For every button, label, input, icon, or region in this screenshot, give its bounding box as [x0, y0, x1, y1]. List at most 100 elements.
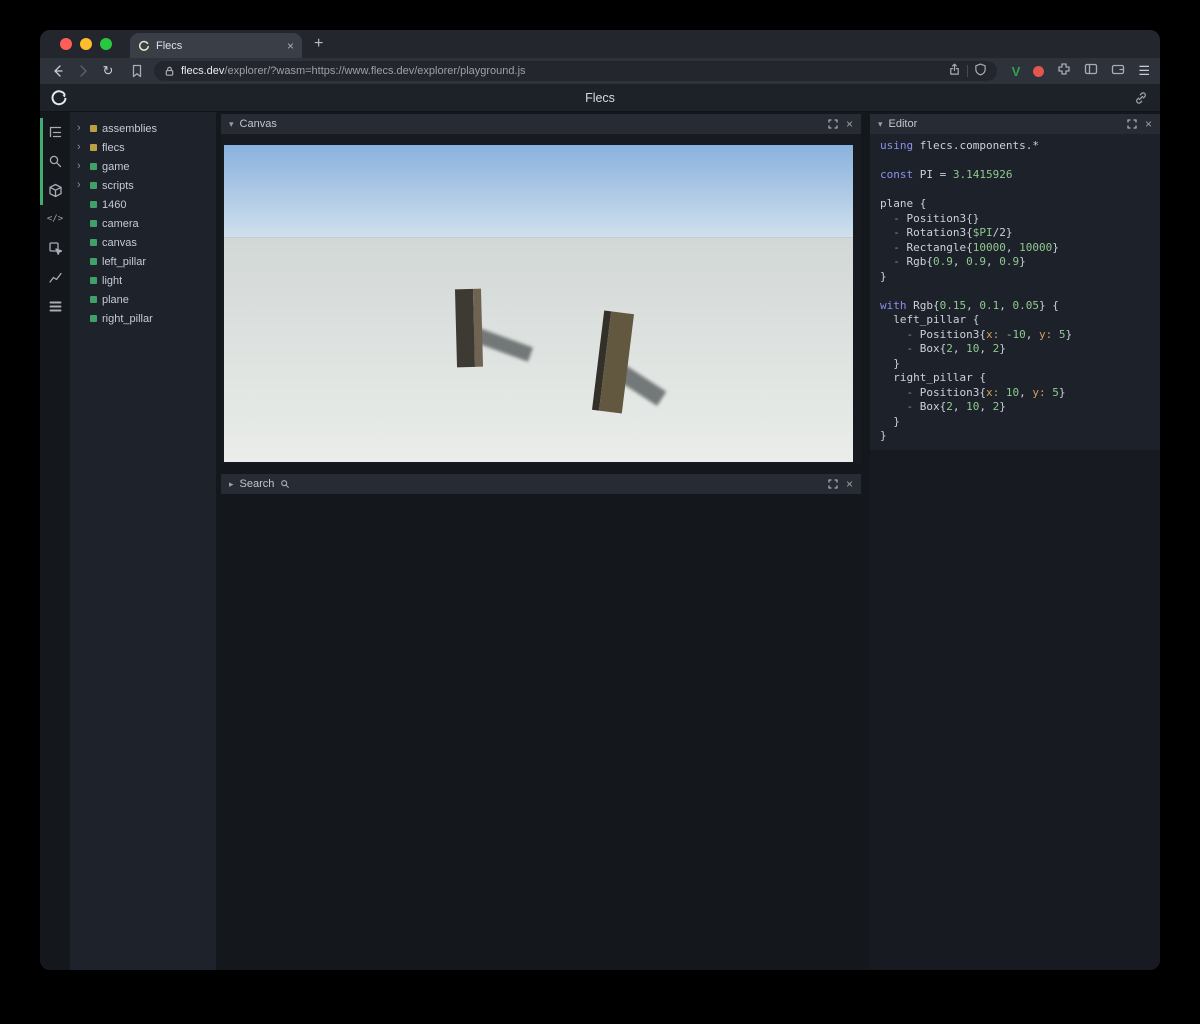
- rail-search-button[interactable]: [40, 147, 70, 176]
- close-panel-icon[interactable]: ×: [846, 478, 853, 490]
- scene-ground: [224, 237, 853, 462]
- expand-arrow-icon[interactable]: ›: [77, 123, 85, 134]
- close-tab-icon[interactable]: ×: [287, 39, 294, 53]
- tree-item-camera[interactable]: camera: [70, 214, 216, 233]
- forward-icon[interactable]: [75, 63, 91, 79]
- flecs-app: Flecs </> › assemblies › flecs › game › …: [40, 84, 1160, 970]
- search-panel-header[interactable]: ▸ Search ×: [221, 474, 861, 494]
- canvas-panel: ▾ Canvas ×: [221, 114, 861, 463]
- tree-item-assemblies[interactable]: › assemblies: [70, 119, 216, 138]
- zoom-window-button[interactable]: [100, 38, 112, 50]
- tree-item-plane[interactable]: plane: [70, 290, 216, 309]
- menu-icon[interactable]: ☰: [1138, 63, 1150, 79]
- editor-panel-header[interactable]: ▾ Editor ×: [870, 114, 1160, 134]
- rail-editor-button[interactable]: </>: [40, 209, 70, 229]
- address-bar-divider: [966, 65, 968, 77]
- close-panel-icon[interactable]: ×: [846, 118, 853, 130]
- code-line: }: [880, 269, 887, 283]
- code-line: - Position3{x: -10, y: 5}: [906, 327, 1073, 341]
- entity-label: right_pillar: [102, 312, 153, 325]
- code-line: const PI = 3.1415926: [880, 168, 1013, 181]
- tree-item-scripts[interactable]: › scripts: [70, 176, 216, 195]
- tree-item-game[interactable]: › game: [70, 157, 216, 176]
- permalink-icon[interactable]: [1134, 91, 1148, 105]
- code-icon: </>: [46, 214, 64, 224]
- code-line: - Rgb{0.9, 0.9, 0.9}: [893, 255, 1026, 268]
- entity-color-square: [90, 163, 97, 170]
- entity-label: plane: [102, 293, 129, 306]
- search-panel-title: Search: [239, 478, 275, 490]
- expand-arrow-icon[interactable]: ›: [77, 142, 85, 153]
- expand-chevron-icon[interactable]: ▸: [229, 479, 234, 490]
- rail-inspector-button[interactable]: [40, 238, 70, 258]
- editor-panel: ▾ Editor × using flecs.components.* cons…: [870, 114, 1160, 970]
- tree-item-left_pillar[interactable]: left_pillar: [70, 252, 216, 271]
- rail-queries-button[interactable]: [40, 296, 70, 316]
- expand-arrow-icon[interactable]: ›: [77, 161, 85, 172]
- entity-label: scripts: [102, 179, 134, 192]
- entity-color-square: [90, 315, 97, 322]
- 3d-scene[interactable]: [224, 145, 853, 462]
- tree-item-light[interactable]: light: [70, 271, 216, 290]
- tree-item-1460[interactable]: 1460: [70, 195, 216, 214]
- fullscreen-icon[interactable]: [828, 479, 838, 489]
- rail-canvas-button[interactable]: [40, 176, 70, 205]
- scene-sky: [224, 145, 853, 237]
- collapse-chevron-icon[interactable]: ▾: [229, 119, 234, 130]
- extensions-puzzle-icon[interactable]: [1057, 62, 1071, 81]
- tree-item-right_pillar[interactable]: right_pillar: [70, 309, 216, 328]
- collapse-chevron-icon[interactable]: ▾: [878, 119, 883, 130]
- address-bar[interactable]: flecs.dev/explorer/?wasm=https://www.fle…: [154, 61, 997, 81]
- back-icon[interactable]: [50, 63, 66, 79]
- fullscreen-icon[interactable]: [1127, 119, 1137, 129]
- sidebar-toggle-icon[interactable]: [1084, 62, 1098, 81]
- red-extension-icon[interactable]: [1033, 65, 1045, 77]
- code-line: }: [880, 414, 900, 428]
- new-tab-button[interactable]: +: [314, 36, 323, 52]
- close-window-button[interactable]: [60, 38, 72, 50]
- bookmark-icon[interactable]: [129, 63, 145, 79]
- code-line: - Box{2, 10, 2}: [906, 342, 1006, 355]
- tree-item-canvas[interactable]: canvas: [70, 233, 216, 252]
- url-domain: flecs.dev: [181, 65, 225, 77]
- reload-icon[interactable]: ↻: [100, 63, 116, 79]
- entity-color-square: [90, 296, 97, 303]
- code-line: }: [880, 356, 900, 370]
- code-area[interactable]: using flecs.components.* const PI = 3.14…: [870, 134, 1160, 450]
- entity-label: light: [102, 274, 123, 287]
- code-line: - Rotation3{$PI/2}: [893, 226, 1013, 239]
- entity-label: canvas: [102, 236, 137, 249]
- entity-color-square: [90, 182, 97, 189]
- entity-label: flecs: [102, 141, 125, 154]
- entity-label: game: [102, 160, 130, 173]
- shield-icon[interactable]: [974, 63, 987, 79]
- entity-label: camera: [102, 217, 139, 230]
- fullscreen-icon[interactable]: [828, 119, 838, 129]
- entity-color-square: [90, 201, 97, 208]
- wallet-icon[interactable]: [1111, 62, 1125, 81]
- tree-item-flecs[interactable]: › flecs: [70, 138, 216, 157]
- browser-tab[interactable]: Flecs ×: [130, 33, 302, 58]
- icon-rail: </>: [40, 112, 70, 970]
- browser-toolbar: ↻ flecs.dev/explorer/?wasm=https://www.f…: [40, 58, 1160, 84]
- tab-title: Flecs: [156, 39, 183, 52]
- expand-arrow-icon[interactable]: ›: [77, 180, 85, 191]
- code-line: right_pillar {: [880, 371, 986, 384]
- rail-entities-button[interactable]: [40, 118, 70, 147]
- canvas-panel-header[interactable]: ▾ Canvas ×: [221, 114, 861, 134]
- rail-stats-button[interactable]: [40, 267, 70, 287]
- entity-color-square: [90, 277, 97, 284]
- share-icon[interactable]: [948, 63, 961, 79]
- minimize-window-button[interactable]: [80, 38, 92, 50]
- code-line: plane {: [880, 197, 927, 210]
- close-panel-icon[interactable]: ×: [1145, 118, 1152, 130]
- page-title: Flecs: [585, 90, 615, 105]
- code-line: left_pillar {: [880, 313, 980, 326]
- search-panel: ▸ Search ×: [221, 474, 861, 494]
- main-column: ▾ Canvas × ▸ Search ×: [216, 112, 865, 970]
- entity-label: assemblies: [102, 122, 158, 135]
- code-line: using flecs.components.*: [880, 139, 1039, 152]
- vimium-extension-icon[interactable]: V: [1012, 64, 1021, 79]
